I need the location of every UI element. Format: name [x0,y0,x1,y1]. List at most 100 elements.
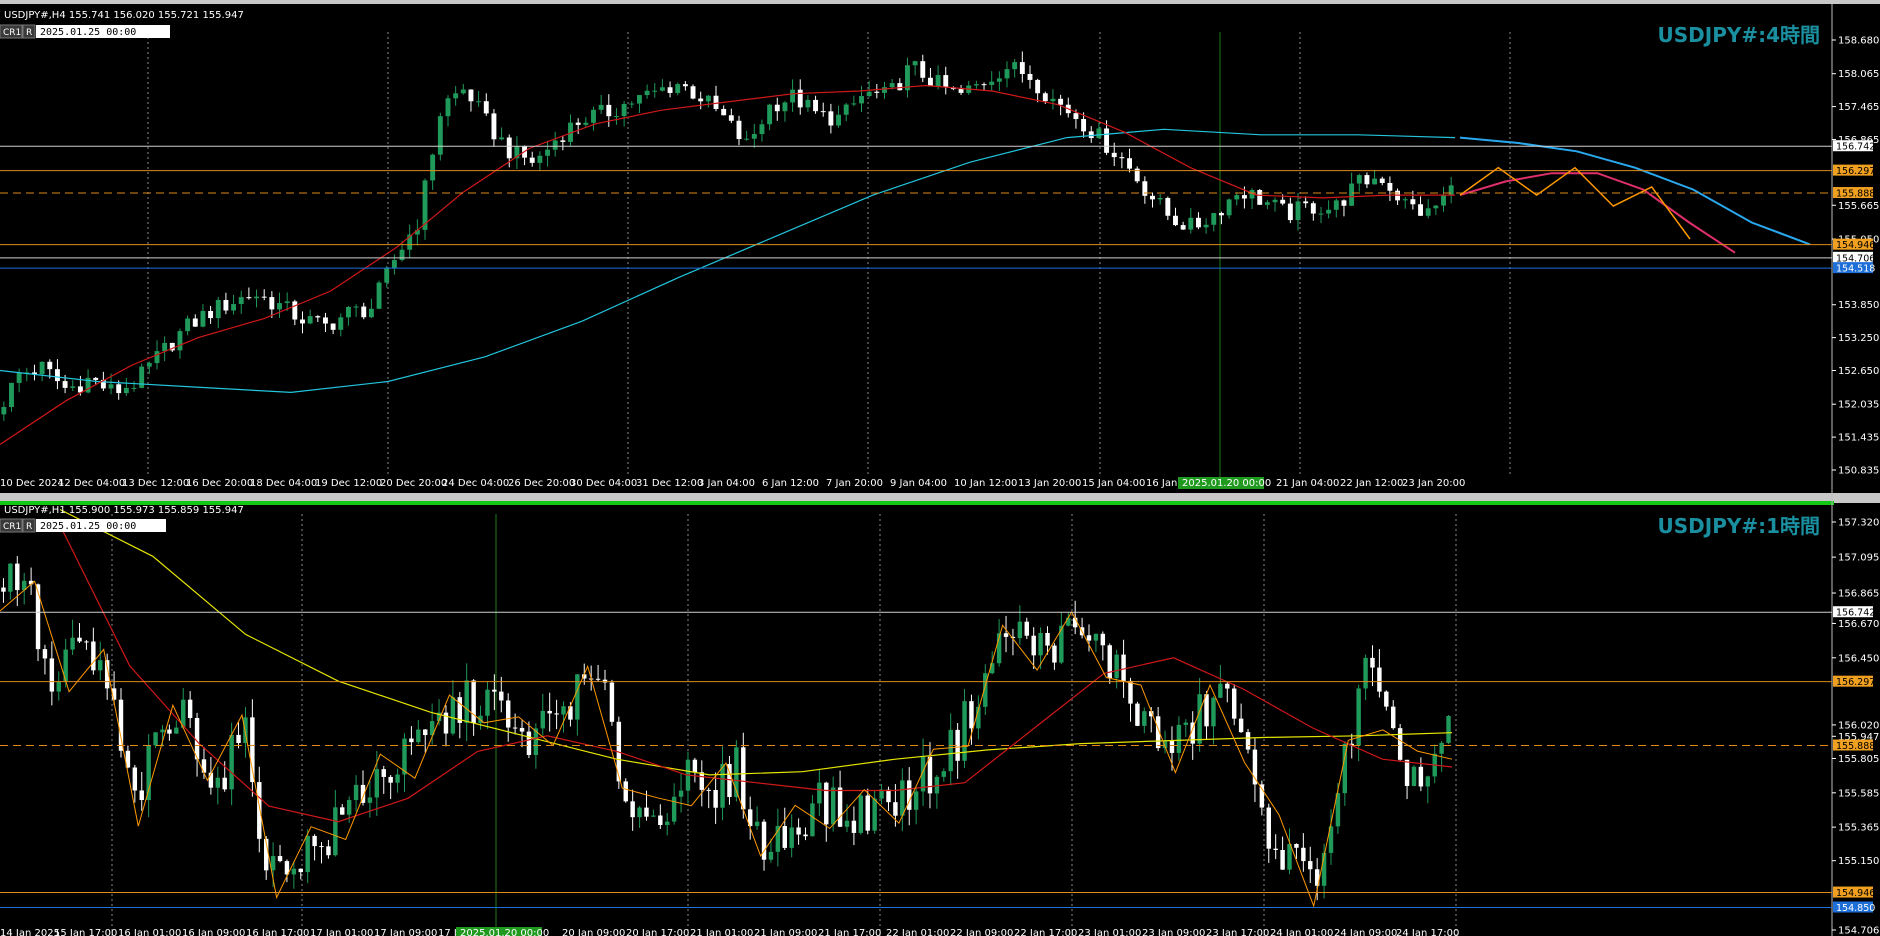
h4-cr1-badge[interactable]: CR1 [3,28,21,38]
h4-candle-body [499,137,505,140]
h4-candle-body [606,104,612,117]
h1-candle-body [644,807,649,817]
h1-candle-body [1052,645,1057,663]
h1-candle-body [1280,849,1285,870]
h1-candle-body [720,763,725,808]
h4-candle-body [705,95,711,102]
h4-xtick: 20 Dec 20:00 [380,478,447,489]
h1-candle-body [651,815,656,817]
h4-candle-body [491,113,497,140]
h4-candle-body [1257,189,1263,205]
h4-candle-body [552,140,558,150]
h1-xtick: 21 Jan 01:00 [690,928,753,936]
h1-candle-body [1114,654,1119,679]
h4-candle-body [690,86,696,99]
h1-candle-body [84,641,89,643]
h1-candle-body [623,781,628,802]
h1-candle-body [91,641,96,671]
h1-candle-body [174,727,179,734]
h4-candle-body [996,78,1002,82]
h4-candle-body [1364,175,1370,185]
h4-candle-body [1379,178,1385,183]
h4-candle-body [1280,199,1286,204]
h1-candle-body [519,727,525,732]
h1-xtick: 16 Jan 09:00 [182,928,245,936]
h4-candle-body [261,296,267,298]
h1-candle-body [547,710,552,714]
chart-canvas[interactable]: 158.680 158.065 157.465 156.865 156.742 156.2… [0,0,1880,936]
h1-candle-body [1045,633,1050,646]
h4-price-tag-154.946: 154.946 [1836,240,1875,251]
h1-ytick-156.450: 156.450 [1838,653,1879,664]
h4-symbol-header: USDJPY#,H4 155.741 156.020 155.721 155.9… [4,10,244,21]
h4-candle-body [1333,200,1339,210]
h1-ytick-155.150: 155.150 [1838,856,1879,867]
h4-date-field[interactable]: 2025.01.25 00:00 [40,27,136,38]
h1-date-field[interactable]: 2025.01.25 00:00 [40,521,136,532]
h4-xtick: 2025.01.20 00:00 [1182,478,1271,489]
h4-candle-body [1027,73,1033,80]
h4-candle-body [889,83,895,88]
h1-xtick: 22 Jan 17:00 [1014,928,1077,936]
h1-candle-body [229,734,234,790]
h4-price-tag-154.518: 154.518 [1836,264,1875,275]
h1-xtick: 23 Jan 09:00 [1142,928,1205,936]
h4-r-badge[interactable]: R [26,28,32,38]
h4-candle-body [146,363,152,367]
h1-xtick: 22 Jan 09:00 [950,928,1013,936]
h1-candle-body [98,660,103,671]
h1-candle-body [658,815,663,825]
h4-candle-body [437,116,443,155]
h1-candle-body [402,738,407,775]
h1-xtick: 17 J [438,928,457,936]
h4-candle-body [981,84,987,86]
h1-candle-body [741,747,746,810]
h1-cr1-badge[interactable]: CR1 [3,522,21,532]
h4-ytick-158.680: 158.680 [1838,36,1879,47]
h4-candle-body [215,299,221,319]
h1-r-badge[interactable]: R [26,522,32,532]
h1-candle-body [1411,766,1417,786]
h4-candle-body [1058,98,1064,105]
h1-price-tag-155.888: 155.888 [1836,741,1875,752]
h1-candle-body [1439,742,1444,754]
h1-xtick: 22 Jan 01:00 [886,928,949,936]
h1-candle-body [1093,633,1099,641]
h1-candle-body [1100,633,1106,646]
h1-candle-body [1245,732,1251,750]
h1-candle-body [941,771,947,777]
h1-candle-body [340,807,345,815]
h1-candle-body [692,759,698,773]
h4-xtick: 16 Dec 20:00 [186,478,253,489]
h4-candle-body [277,303,282,310]
h1-candle-body [858,795,864,833]
h1-candle-body [505,700,511,728]
h1-xtick: 24 Jan 01:00 [1270,928,1333,936]
h1-candle-body [969,701,974,729]
h4-candle-body [897,83,903,91]
h1-candle-body [167,729,172,734]
h1-candle-body [1266,807,1271,849]
h1-price-tag-154.946: 154.946 [1836,888,1875,899]
h4-candle-body [813,99,819,112]
h1-candle-body [824,782,829,825]
h1-xtick: 21 Jan 17:00 [818,928,881,936]
h4-candle-body [1318,213,1324,215]
h4-candle-body [468,89,474,102]
h1-candle-body [222,777,227,790]
h1-candle-body [492,689,497,692]
h4-candle-body [376,282,382,309]
h4-price-tag-155.888: 155.888 [1836,189,1875,200]
h4-xtick: 6 Jan 12:00 [762,478,819,489]
h4-xtick: 10 Jan 12:00 [954,478,1017,489]
h1-candle-body [1294,843,1299,848]
h4-candle-body [1226,199,1232,216]
h1-candle-body [305,835,310,873]
h4-candle-body [1234,195,1240,200]
h1-ytick-157.320: 157.320 [1838,518,1879,529]
h4-candle-body [1081,118,1087,132]
h4-xtick: 9 Jan 04:00 [890,478,947,489]
h1-candle-body [561,706,566,715]
h1-candle-body [609,682,615,722]
h4-candle-body [1402,199,1408,201]
